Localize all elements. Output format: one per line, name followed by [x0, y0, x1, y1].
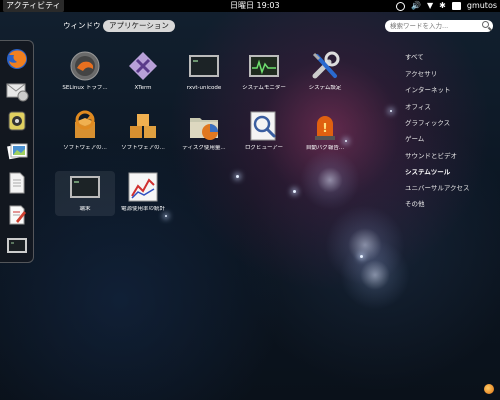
tab-windows[interactable]: ウィンドウ	[63, 20, 101, 32]
app-disk-usage-analyzer[interactable]: ディスク使用量...	[174, 110, 234, 152]
app-rxvt-unicode[interactable]: rxvt-unicode	[174, 50, 234, 92]
network-icon[interactable]: ▼	[427, 0, 433, 12]
app-software-install[interactable]: ソフトウェアの...	[113, 110, 173, 152]
app-label: ディスク使用量...	[182, 145, 226, 151]
volume-icon[interactable]: 🔊	[411, 0, 421, 12]
category-other[interactable]: その他	[405, 200, 425, 208]
category-accessories[interactable]: アクセサリ	[405, 70, 437, 78]
text-editor-icon[interactable]	[5, 203, 29, 227]
app-label: システム設定	[308, 85, 342, 91]
terminal-icon[interactable]	[5, 234, 29, 258]
document-icon[interactable]	[5, 171, 29, 195]
search-box[interactable]	[385, 20, 493, 32]
mail-icon[interactable]	[5, 79, 29, 103]
app-selinux-troubleshooter[interactable]: SELinux トラブ...	[55, 50, 115, 92]
clock[interactable]: 日曜日 19:03	[230, 0, 280, 12]
app-log-viewer[interactable]: ログビューアー	[234, 110, 294, 152]
activities-button[interactable]: アクティビティ	[3, 0, 64, 12]
app-label: 自動バグ報告...	[305, 145, 345, 151]
category-system-tools[interactable]: システムツール	[405, 168, 450, 176]
app-power-statistics[interactable]: 電源使用率の統計	[113, 171, 173, 213]
disk-icon[interactable]	[5, 109, 29, 133]
app-terminal[interactable]: 端末	[55, 171, 115, 216]
accessibility-icon[interactable]	[396, 1, 406, 11]
dash-sidebar	[0, 40, 34, 263]
star-decoration	[236, 175, 239, 178]
rxvt-terminal-icon	[188, 50, 220, 82]
top-panel: アクティビティ 日曜日 19:03 🔊 ▼ ✱ gmutos	[0, 0, 500, 12]
tab-applications[interactable]: アプリケーション	[103, 20, 175, 32]
category-graphics[interactable]: グラフィックス	[405, 119, 450, 127]
app-label: システムモニター	[242, 85, 286, 91]
app-label: ソフトウェアの...	[121, 145, 165, 151]
username-label[interactable]: gmutos	[467, 0, 497, 12]
search-input[interactable]	[390, 20, 475, 32]
app-label: SELinux トラブ...	[62, 85, 108, 91]
search-icon	[482, 21, 489, 28]
app-label: 電源使用率の統計	[120, 206, 165, 212]
app-label: rxvt-unicode	[186, 85, 222, 91]
app-xterm[interactable]: XTerm	[113, 50, 173, 92]
star-decoration	[293, 190, 296, 193]
xterm-icon	[127, 50, 159, 82]
notification-tray-icon[interactable]	[484, 384, 494, 394]
category-universal-access[interactable]: ユニバーサルアクセス	[405, 184, 470, 192]
app-label: ログビューアー	[245, 145, 283, 151]
app-system-monitor[interactable]: システムモニター	[234, 50, 294, 92]
app-system-settings[interactable]: システム設定	[295, 50, 355, 92]
svg-text:!: !	[322, 121, 327, 135]
star-decoration	[390, 110, 392, 112]
star-decoration	[360, 255, 363, 258]
software-update-icon	[69, 110, 101, 142]
photos-icon[interactable]	[5, 139, 29, 163]
package-icon	[127, 110, 159, 142]
power-statistics-icon	[127, 171, 159, 203]
log-viewer-icon	[248, 110, 280, 142]
app-label: XTerm	[134, 85, 152, 91]
app-automatic-bug-reporting[interactable]: ! 自動バグ報告...	[295, 110, 355, 152]
app-label: ソフトウェアの...	[63, 145, 107, 151]
terminal-icon	[69, 171, 101, 203]
category-office[interactable]: オフィス	[405, 103, 431, 111]
app-label: 端末	[79, 206, 91, 212]
category-sound-video[interactable]: サウンドとビデオ	[405, 152, 457, 160]
firework-decoration	[340, 240, 410, 310]
system-tray: 🔊 ▼ ✱ gmutos	[396, 0, 497, 12]
firework-decoration	[300, 150, 360, 210]
app-software-update[interactable]: ソフトウェアの...	[55, 110, 115, 152]
star-decoration	[165, 215, 167, 217]
system-settings-icon	[309, 50, 341, 82]
category-games[interactable]: ゲーム	[405, 135, 424, 143]
bluetooth-icon[interactable]: ✱	[439, 0, 446, 12]
bug-report-alarm-icon: !	[309, 110, 341, 142]
disk-usage-icon	[188, 110, 220, 142]
system-monitor-icon	[248, 50, 280, 82]
category-internet[interactable]: インターネット	[405, 86, 451, 94]
category-all[interactable]: すべて	[405, 53, 424, 61]
user-status-icon[interactable]	[451, 2, 461, 10]
firefox-icon[interactable]	[5, 47, 29, 71]
selinux-icon	[69, 50, 101, 82]
